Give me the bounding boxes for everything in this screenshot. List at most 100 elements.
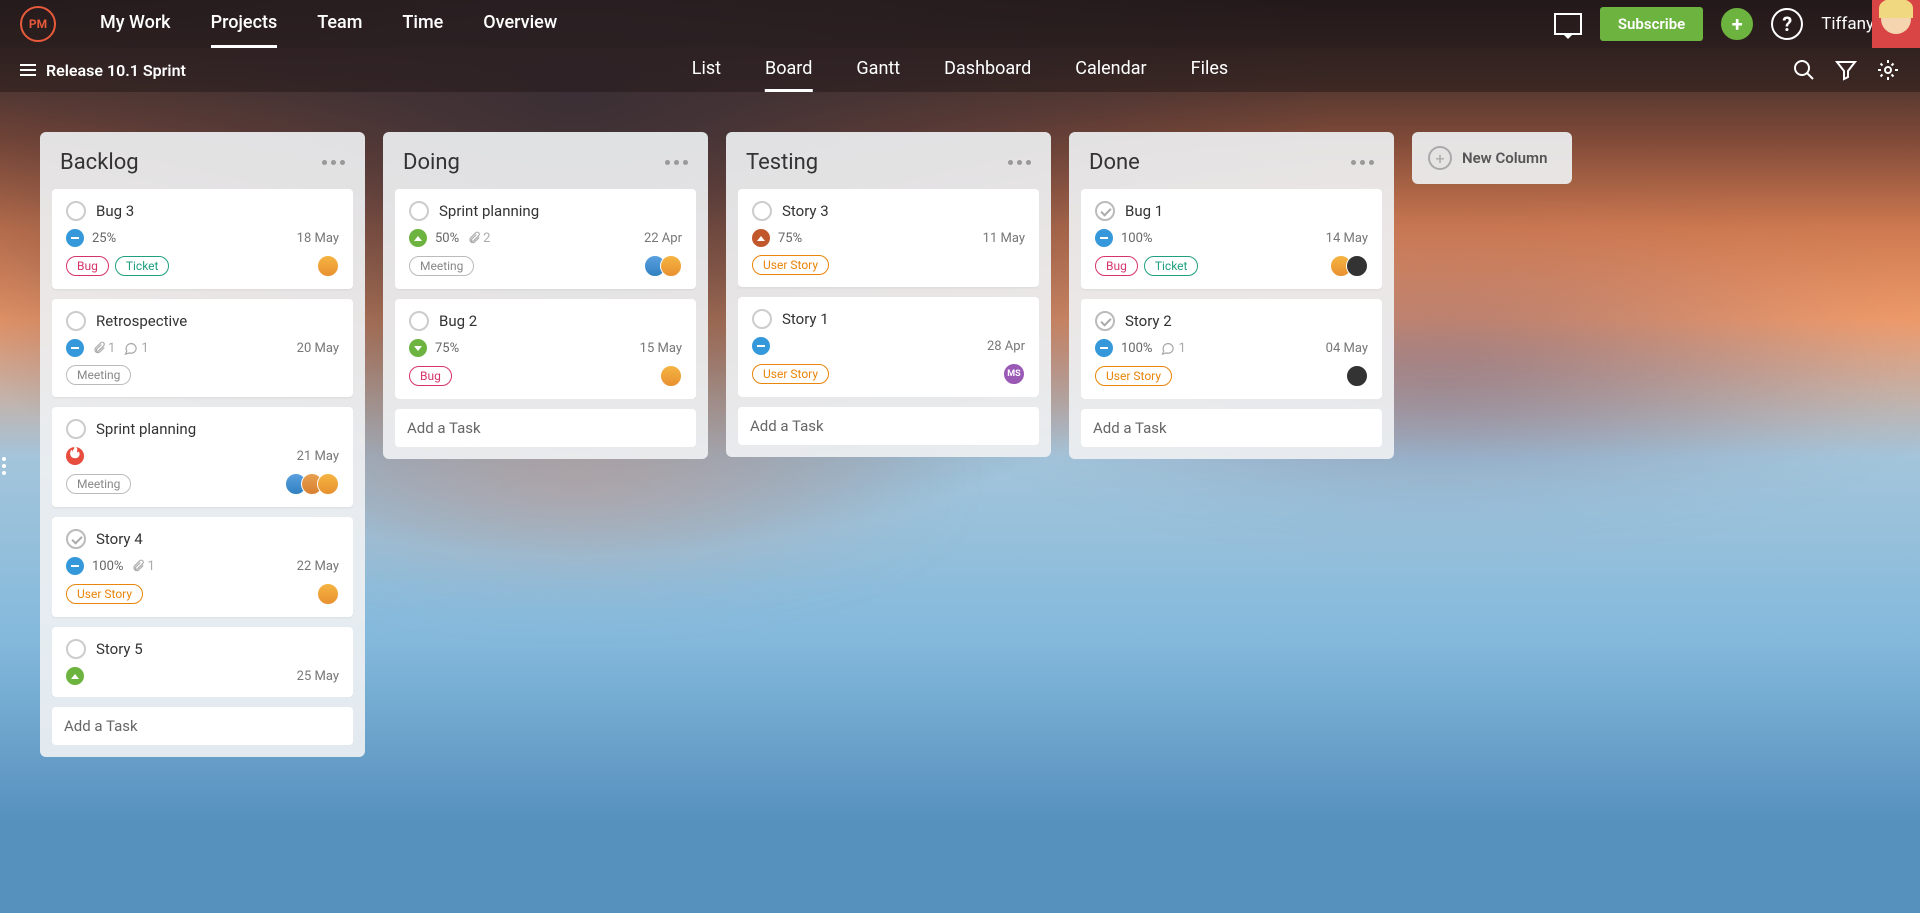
add-task-input[interactable]: Add a Task xyxy=(738,407,1039,445)
complete-checkbox[interactable] xyxy=(752,309,772,329)
new-column-button[interactable]: +New Column xyxy=(1412,132,1572,184)
project-title-text: Release 10.1 Sprint xyxy=(46,61,186,80)
user-avatar[interactable] xyxy=(1872,0,1920,48)
priority-icon xyxy=(66,339,84,357)
nav-time[interactable]: Time xyxy=(402,0,443,48)
assignees xyxy=(285,473,339,495)
tab-calendar[interactable]: Calendar xyxy=(1075,48,1146,92)
filter-icon[interactable] xyxy=(1834,58,1858,82)
column-menu-icon[interactable] xyxy=(665,160,688,165)
attachment-count: 1 xyxy=(131,559,154,574)
complete-checkbox[interactable] xyxy=(66,529,86,549)
column-menu-icon[interactable] xyxy=(322,160,345,165)
complete-checkbox[interactable] xyxy=(752,201,772,221)
progress-percent: 75% xyxy=(435,341,459,356)
task-card[interactable]: Story 4 100%122 May User Story xyxy=(52,517,353,617)
side-panel-handle[interactable] xyxy=(2,457,6,475)
complete-checkbox[interactable] xyxy=(409,311,429,331)
progress-percent: 100% xyxy=(1121,231,1152,246)
complete-checkbox[interactable] xyxy=(1095,311,1115,331)
add-task-input[interactable]: Add a Task xyxy=(395,409,696,447)
subscribe-button[interactable]: Subscribe xyxy=(1600,7,1703,41)
task-card[interactable]: Story 1 28 Apr User StoryMS xyxy=(738,297,1039,397)
tag: Meeting xyxy=(66,474,131,494)
tag: User Story xyxy=(66,584,143,604)
card-title: Sprint planning xyxy=(96,420,196,438)
task-card[interactable]: Sprint planning 21 May Meeting xyxy=(52,407,353,507)
tab-files[interactable]: Files xyxy=(1191,48,1229,92)
card-title: Retrospective xyxy=(96,312,187,330)
comment-count: 1 xyxy=(123,341,148,356)
task-card[interactable]: Retrospective 1120 May Meeting xyxy=(52,299,353,397)
complete-checkbox[interactable] xyxy=(66,201,86,221)
avatar xyxy=(317,583,339,605)
complete-checkbox[interactable] xyxy=(66,639,86,659)
task-card[interactable]: Story 5 25 May xyxy=(52,627,353,697)
task-card[interactable]: Bug 3 25%18 May BugTicket xyxy=(52,189,353,289)
complete-checkbox[interactable] xyxy=(409,201,429,221)
app-logo[interactable]: PM xyxy=(20,6,56,42)
column-backlog: Backlog Bug 3 25%18 May BugTicket Retros… xyxy=(40,132,365,757)
user-name: Tiffany xyxy=(1821,14,1874,34)
view-tabs: List Board Gantt Dashboard Calendar Files xyxy=(692,48,1228,92)
help-button[interactable]: ? xyxy=(1771,8,1803,40)
nav-projects[interactable]: Projects xyxy=(211,0,278,48)
add-task-input[interactable]: Add a Task xyxy=(1081,409,1382,447)
gear-icon[interactable] xyxy=(1876,58,1900,82)
project-selector[interactable]: Release 10.1 Sprint xyxy=(0,61,206,80)
priority-icon xyxy=(1095,229,1113,247)
task-card[interactable]: Story 2 100%104 May User Story xyxy=(1081,299,1382,399)
priority-icon xyxy=(409,229,427,247)
due-date: 20 May xyxy=(297,341,339,356)
due-date: 18 May xyxy=(297,231,339,246)
add-task-input[interactable]: Add a Task xyxy=(52,707,353,745)
column-menu-icon[interactable] xyxy=(1008,160,1031,165)
task-card[interactable]: Sprint planning 50%222 Apr Meeting xyxy=(395,189,696,289)
column-menu-icon[interactable] xyxy=(1351,160,1374,165)
search-icon[interactable] xyxy=(1792,58,1816,82)
project-toolbar: Release 10.1 Sprint List Board Gantt Dashbo… xyxy=(0,48,1920,92)
complete-checkbox[interactable] xyxy=(1095,201,1115,221)
tag: Bug xyxy=(1095,256,1138,276)
progress-percent: 100% xyxy=(92,559,123,574)
card-title: Story 3 xyxy=(782,202,829,220)
tab-gantt[interactable]: Gantt xyxy=(856,48,900,92)
priority-icon xyxy=(1095,339,1113,357)
tag: Meeting xyxy=(66,365,131,385)
complete-checkbox[interactable] xyxy=(66,419,86,439)
tag: Bug xyxy=(409,366,452,386)
column-title: Doing xyxy=(403,150,460,175)
due-date: 22 Apr xyxy=(644,231,682,246)
due-date: 11 May xyxy=(983,231,1025,246)
complete-checkbox[interactable] xyxy=(66,311,86,331)
card-title: Story 2 xyxy=(1125,312,1172,330)
due-date: 25 May xyxy=(297,669,339,684)
presentation-icon[interactable] xyxy=(1554,13,1582,35)
nav-my-work[interactable]: My Work xyxy=(100,0,171,48)
tag: Bug xyxy=(66,256,109,276)
tag: Meeting xyxy=(409,256,474,276)
task-card[interactable]: Story 3 75%11 May User Story xyxy=(738,189,1039,287)
due-date: 14 May xyxy=(1326,231,1368,246)
new-column-label: New Column xyxy=(1462,149,1547,167)
task-card[interactable]: Bug 1 100%14 May BugTicket xyxy=(1081,189,1382,289)
tab-list[interactable]: List xyxy=(692,48,721,92)
column-title: Done xyxy=(1089,150,1140,175)
tab-board[interactable]: Board xyxy=(765,48,812,92)
nav-overview[interactable]: Overview xyxy=(483,0,557,48)
priority-icon xyxy=(66,667,84,685)
card-title: Story 4 xyxy=(96,530,143,548)
assignees xyxy=(1330,255,1368,277)
tag: Ticket xyxy=(1144,256,1199,276)
card-title: Bug 2 xyxy=(439,312,477,330)
nav-team[interactable]: Team xyxy=(317,0,362,48)
attachment-count: 2 xyxy=(467,231,490,246)
column-done: Done Bug 1 100%14 May BugTicket Story 2 … xyxy=(1069,132,1394,459)
assignees xyxy=(1346,365,1368,387)
add-button[interactable]: + xyxy=(1721,8,1753,40)
task-card[interactable]: Bug 2 75% 15 May Bug xyxy=(395,299,696,399)
due-date: 15 May xyxy=(640,341,682,356)
tab-dashboard[interactable]: Dashboard xyxy=(944,48,1031,92)
main-nav: My Work Projects Team Time Overview xyxy=(100,0,557,48)
assignees xyxy=(660,365,682,387)
